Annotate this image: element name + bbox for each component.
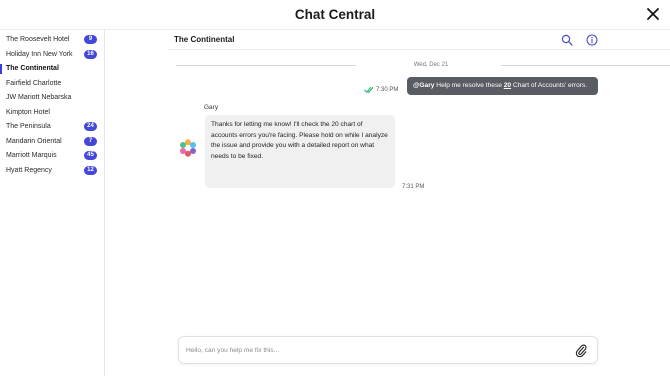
sidebar-item-label: The Peninsula xyxy=(6,123,51,130)
unread-badge: 9 xyxy=(84,35,97,44)
title-bar: Chat Central xyxy=(0,0,670,30)
message-time: 7:30 PM xyxy=(376,87,399,93)
sidebar-item-label: Hyatt Regency xyxy=(6,166,52,174)
sidebar-item-label: Fairfield Charlotte xyxy=(6,79,62,87)
paperclip-icon[interactable] xyxy=(575,344,587,357)
sidebar-item-jw-mariott-nebarska[interactable]: JW Mariott Nebarska xyxy=(0,91,104,105)
double-check-icon xyxy=(364,86,374,93)
message-text: Help me resolve these xyxy=(434,82,504,89)
sidebar-item-the-peninsula[interactable]: The Peninsula 24 xyxy=(0,120,104,134)
message-composer xyxy=(178,336,598,364)
mention: @Gary xyxy=(413,82,435,89)
message-time: 7:31 PM xyxy=(402,184,425,190)
sidebar-item-label: JW Mariott Nebarska xyxy=(6,94,72,101)
divider-line xyxy=(501,65,670,66)
close-icon[interactable] xyxy=(646,7,660,21)
sidebar-item-label: The Continental xyxy=(6,65,59,72)
sidebar-item-fairfield-charlotte[interactable]: Fairfield Charlotte xyxy=(0,77,104,91)
unread-badge: 45 xyxy=(84,151,97,160)
info-icon[interactable] xyxy=(586,34,598,46)
unread-badge: 7 xyxy=(84,136,97,146)
sidebar-item-mandarin-oriental[interactable]: Mandarin Oriental 7 xyxy=(0,135,104,149)
outgoing-message: @Gary Help me resolve these 20 Chart of … xyxy=(407,77,598,95)
unread-badge: 16 xyxy=(84,49,97,59)
flower-avatar xyxy=(180,139,196,157)
message-input[interactable] xyxy=(186,344,566,357)
sidebar-item-label: Kimpton Hotel xyxy=(6,108,50,116)
sidebar-item-holiday-inn-new-york[interactable]: Holiday Inn New York 16 xyxy=(0,48,104,62)
sidebar-item-hyatt-regency[interactable]: Hyatt Regency 12 xyxy=(0,164,104,178)
sidebar-item-the-roosevelt-hotel[interactable]: The Roosevelt Hotel 9 xyxy=(0,33,104,47)
search-icon[interactable] xyxy=(561,34,573,46)
date-divider: Wed, Dec 21 xyxy=(176,60,670,70)
message-text: Chart of Accounts' errors. xyxy=(511,82,588,89)
conversation-sidebar: The Roosevelt Hotel 9 Holiday Inn New Yo… xyxy=(0,30,105,376)
unread-badge: 24 xyxy=(84,122,97,131)
sidebar-item-the-continental[interactable]: The Continental xyxy=(0,62,104,76)
sidebar-item-kimpton-hotel[interactable]: Kimpton Hotel xyxy=(0,106,104,120)
unread-badge: 12 xyxy=(84,165,97,175)
sidebar-item-label: Marriott Marquis xyxy=(6,152,57,159)
sidebar-item-label: Mandarin Oriental xyxy=(6,137,62,145)
incoming-message: Thanks for letting me know! I'll check t… xyxy=(205,115,395,188)
sender-name: Gary xyxy=(204,104,219,111)
sidebar-item-marriott-marquis[interactable]: Marriott Marquis 45 xyxy=(0,149,104,163)
app-title: Chat Central xyxy=(294,7,376,22)
chat-title: The Continental xyxy=(174,35,235,44)
sidebar-item-label: Holiday Inn New York xyxy=(6,50,73,58)
active-indicator xyxy=(0,64,2,74)
header-divider xyxy=(168,49,670,50)
sidebar-item-label: The Roosevelt Hotel xyxy=(6,36,70,43)
error-count: 20 xyxy=(503,82,512,89)
chat-panel: The Continental Wed, Dec 21 7:30 PM @Gar… xyxy=(106,30,670,376)
